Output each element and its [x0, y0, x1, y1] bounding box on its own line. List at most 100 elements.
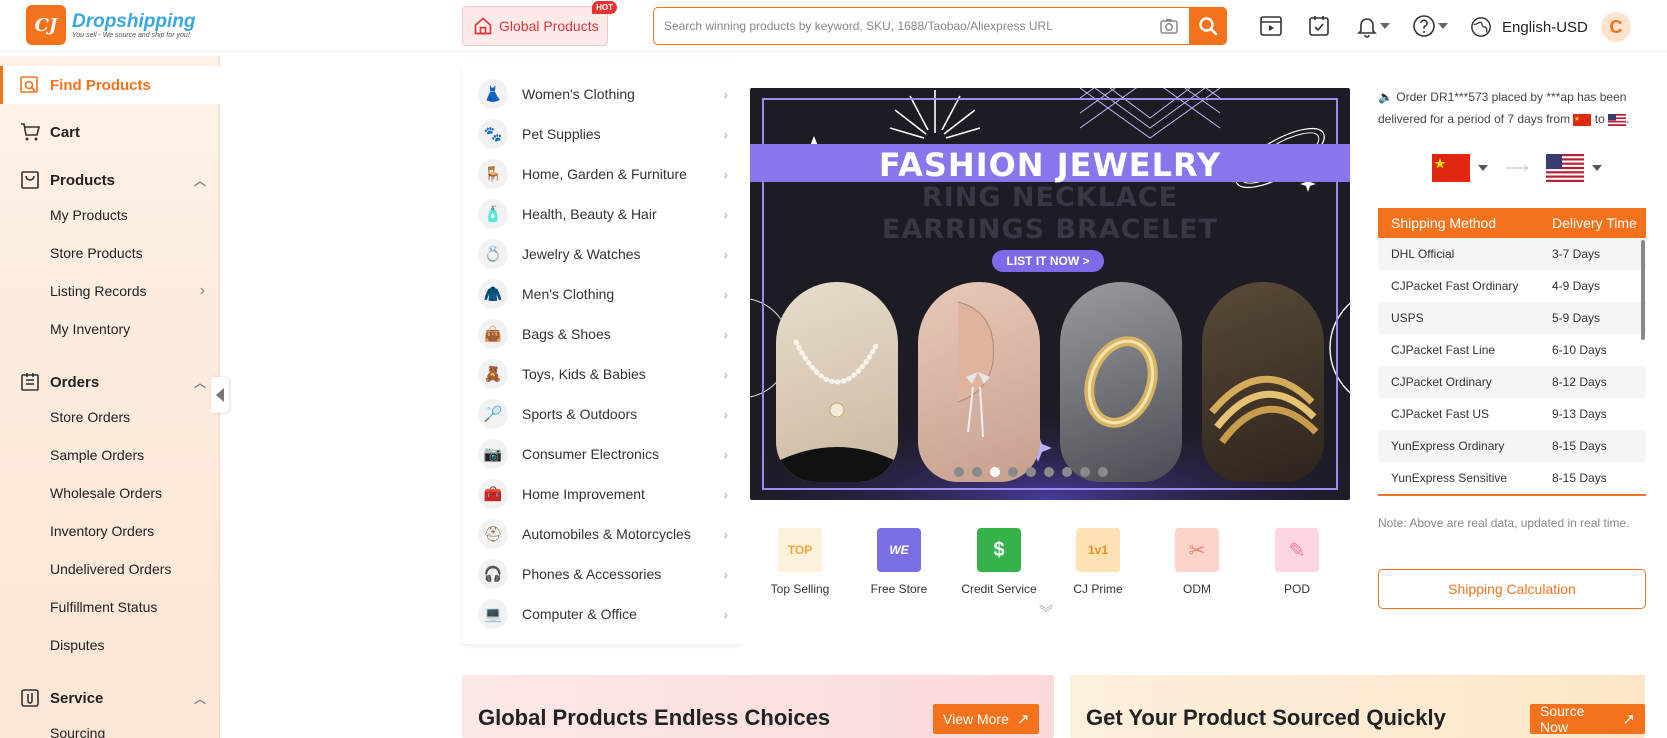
necklace-image: [776, 282, 898, 482]
carousel-dot[interactable]: [1080, 467, 1090, 477]
banner-subtitle-line1: RING NECKLACE: [921, 182, 1179, 213]
carousel-dot-active[interactable]: [990, 467, 1000, 477]
sidebar-subitem-wholesale-orders[interactable]: Wholesale Orders: [50, 485, 162, 501]
cosmetics-icon: 🧴: [478, 199, 508, 229]
sidebar-subitem-listing-records[interactable]: Listing Records: [50, 283, 147, 299]
promo-banner[interactable]: FASHION JEWELRY RING NECKLACE EARRINGS B…: [750, 88, 1350, 500]
language-selector[interactable]: English-USD: [1470, 16, 1588, 38]
global-products-button[interactable]: Global Products HOT: [462, 1, 617, 46]
category-automobiles-motorcycles[interactable]: ⛑ Automobiles & Motorcycles ›: [478, 514, 728, 554]
source-now-button[interactable]: Source Now ↗: [1530, 703, 1645, 735]
feature-label: Top Selling: [770, 582, 830, 596]
carousel-dot[interactable]: [972, 467, 982, 477]
main-card: FASHION JEWELRY RING NECKLACE EARRINGS B…: [742, 64, 1657, 644]
category-pet-supplies[interactable]: 🐾 Pet Supplies ›: [478, 114, 728, 154]
carousel-dot[interactable]: [1044, 467, 1054, 477]
bell-icon[interactable]: [1355, 14, 1379, 38]
sidebar-subitem-my-products[interactable]: My Products: [50, 207, 128, 223]
search-input[interactable]: [654, 8, 1149, 44]
chevron-right-icon: ›: [723, 206, 728, 222]
sidebar-item-orders[interactable]: Orders ︿: [0, 363, 220, 401]
feature-label: POD: [1283, 582, 1310, 596]
category-mens-clothing[interactable]: 🧥 Men's Clothing ›: [478, 274, 728, 314]
service-icon: [21, 689, 39, 707]
promo-title: Global Products Endless Choices: [478, 705, 831, 730]
category-label: Bags & Shoes: [522, 326, 611, 342]
shipping-table-scrollbar[interactable]: [1641, 240, 1645, 340]
cj-logo[interactable]: CJ Dropshipping You sell - We source and…: [26, 5, 196, 45]
sidebar-item-products[interactable]: Products ︿: [0, 161, 220, 199]
chevron-right-icon: ›: [723, 246, 728, 262]
list-it-now-button[interactable]: LIST IT NOW >: [992, 250, 1104, 272]
task-icon[interactable]: [1307, 14, 1331, 38]
carousel-dot[interactable]: [954, 467, 964, 477]
category-computer-office[interactable]: 💻 Computer & Office ›: [478, 594, 728, 634]
feature-free-store[interactable]: WE Free Store: [854, 528, 944, 596]
shipping-table-header: Shipping Method Delivery Time: [1378, 208, 1646, 238]
category-womens-clothing[interactable]: 👗 Women's Clothing ›: [478, 74, 728, 114]
sidebar-subitem-sample-orders[interactable]: Sample Orders: [50, 447, 144, 463]
help-icon[interactable]: [1412, 14, 1436, 38]
video-icon[interactable]: [1259, 14, 1283, 38]
category-label: Toys, Kids & Babies: [522, 366, 646, 382]
feature-credit-service[interactable]: $ Credit Service: [954, 528, 1044, 596]
chevron-right-icon: ›: [723, 566, 728, 582]
route-selector: [1432, 154, 1602, 182]
sidebar-item-cart[interactable]: Cart: [0, 113, 220, 151]
view-more-button[interactable]: View More ↗: [933, 704, 1040, 734]
sidebar-subitem-my-inventory[interactable]: My Inventory: [50, 321, 130, 337]
globe-icon: [1471, 17, 1491, 37]
search-bar: [653, 7, 1227, 45]
category-toys-kids-babies[interactable]: 🧸 Toys, Kids & Babies ›: [478, 354, 728, 394]
chair-icon: 🪑: [478, 159, 508, 189]
category-bags-shoes[interactable]: 👜 Bags & Shoes ›: [478, 314, 728, 354]
top-header: CJ Dropshipping You sell - We source and…: [0, 0, 1667, 52]
origin-country-select[interactable]: [1432, 154, 1488, 182]
chevron-right-icon: ›: [723, 366, 728, 382]
feature-cj-prime[interactable]: 1v1 CJ Prime: [1053, 528, 1143, 596]
carousel-dot[interactable]: [1062, 467, 1072, 477]
search-button[interactable]: [1189, 7, 1227, 45]
category-menu: 👗 Women's Clothing › 🐾 Pet Supplies › 🪑 Home,…: [462, 64, 742, 644]
sidebar-subitem-store-products[interactable]: Store Products: [50, 245, 143, 261]
carousel-dot[interactable]: [1008, 467, 1018, 477]
sidebar-item-label: Find Products: [50, 76, 151, 94]
sidebar-subitem-store-orders[interactable]: Store Orders: [50, 409, 130, 425]
avatar[interactable]: C: [1601, 12, 1631, 42]
sidebar-subitem-sourcing[interactable]: Sourcing: [50, 725, 105, 738]
sidebar-subitem-disputes[interactable]: Disputes: [50, 637, 104, 653]
carousel-dot[interactable]: [1026, 467, 1036, 477]
feature-label: Credit Service: [961, 582, 1037, 596]
sidebar-subitem-inventory-orders[interactable]: Inventory Orders: [50, 523, 154, 539]
destination-country-select[interactable]: [1546, 154, 1602, 182]
category-label: Consumer Electronics: [522, 446, 659, 462]
sidebar-item-service[interactable]: Service ︿: [0, 679, 220, 717]
feature-top-selling[interactable]: TOP Top Selling: [755, 528, 845, 596]
chevron-down-icon: [1438, 23, 1448, 29]
sidebar-item-find-products[interactable]: Find Products: [0, 66, 220, 104]
ring-image: [1060, 282, 1182, 482]
carousel-dot[interactable]: [1098, 467, 1108, 477]
sidebar-subitem-undelivered-orders[interactable]: Undelivered Orders: [50, 561, 171, 577]
chevron-down-icon: [1478, 165, 1488, 171]
category-health-beauty-hair[interactable]: 🧴 Health, Beauty & Hair ›: [478, 194, 728, 234]
category-sports-outdoors[interactable]: 🏸 Sports & Outdoors ›: [478, 394, 728, 434]
helmet-icon: ⛑: [478, 519, 508, 549]
sidebar-collapse-toggle[interactable]: [211, 377, 229, 413]
shipping-calculation-button[interactable]: Shipping Calculation: [1378, 569, 1646, 609]
category-home-improvement[interactable]: 🧰 Home Improvement ›: [478, 474, 728, 514]
global-products-label: Global Products: [499, 18, 599, 34]
cj-prime-icon: 1v1: [1076, 528, 1120, 572]
category-home-garden-furniture[interactable]: 🪑 Home, Garden & Furniture ›: [478, 154, 728, 194]
camera-icon[interactable]: [1149, 8, 1189, 44]
sidebar-item-label: Cart: [50, 123, 81, 141]
chevron-right-icon: ›: [723, 326, 728, 342]
sidebar-subitem-fulfillment-status[interactable]: Fulfillment Status: [50, 599, 157, 615]
category-consumer-electronics[interactable]: 📷 Consumer Electronics ›: [478, 434, 728, 474]
category-jewelry-watches[interactable]: 💍 Jewelry & Watches ›: [478, 234, 728, 274]
category-label: Automobiles & Motorcycles: [522, 526, 691, 542]
feature-odm[interactable]: ✂ ODM: [1152, 528, 1242, 596]
category-phones-accessories[interactable]: 🎧 Phones & Accessories ›: [478, 554, 728, 594]
expand-more-icon[interactable]: ︾: [1039, 602, 1053, 622]
feature-pod[interactable]: ✎ POD: [1252, 528, 1342, 596]
